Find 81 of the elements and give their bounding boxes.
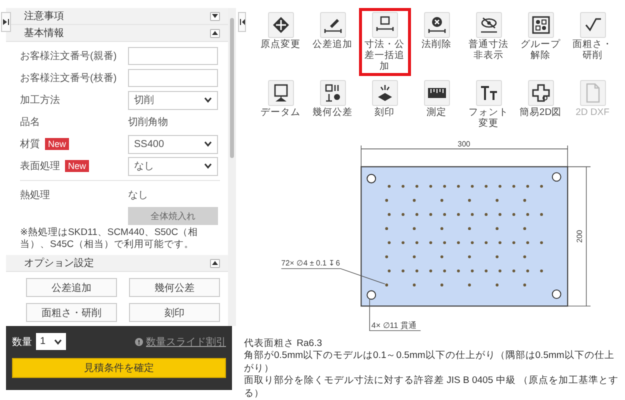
section-header[interactable]: 注意事項 (6, 8, 228, 25)
leader-line (369, 298, 421, 332)
panel-toggle-button[interactable] (238, 12, 246, 32)
section-header[interactable]: オプション設定 (6, 255, 228, 272)
select-field[interactable]: なし (128, 156, 218, 176)
confirm-button[interactable]: 見積条件を確定 (12, 358, 226, 378)
tool-button[interactable]: フォント変更 (462, 76, 514, 133)
delete-dimension-icon (424, 12, 450, 38)
tool-button[interactable]: 寸法・公差一括追加 (358, 8, 410, 76)
width-dimension: 300 (458, 139, 470, 148)
plus-shape-icon (528, 80, 554, 106)
field-label: 材質 (20, 138, 40, 151)
geometric-tolerance-icon (320, 80, 346, 106)
tool-button[interactable]: 刻印 (358, 76, 410, 133)
option-button[interactable]: 刻印 (129, 303, 220, 322)
field-label: 加工方法 (20, 94, 60, 107)
expand-button[interactable] (210, 12, 220, 20)
caret-icon (204, 141, 212, 147)
collapse-button[interactable] (210, 258, 220, 268)
ungroup-icon (528, 12, 554, 38)
section-header[interactable]: 基本情報 (6, 25, 228, 42)
tool-button[interactable]: 普通寸法非表示 (462, 8, 514, 76)
quantity-select[interactable]: 1 (36, 333, 66, 350)
field-value: なし (128, 189, 148, 202)
engraving-tool-icon (372, 80, 398, 106)
corner-hole (552, 172, 562, 182)
section-title: 基本情報 (24, 26, 64, 40)
corner-hole (366, 290, 376, 300)
hidden-eye-icon (476, 12, 502, 38)
new-badge: New (65, 160, 90, 172)
option-button[interactable]: 幾何公差 (129, 278, 220, 297)
tool-button[interactable]: 公差追加 (306, 8, 358, 76)
tool-button[interactable]: 法削除 (410, 8, 462, 76)
select-field[interactable]: 切削 (128, 90, 218, 110)
height-dimension: 200 (575, 230, 584, 243)
collapse-button[interactable] (210, 28, 220, 38)
label-dimension-icon (372, 12, 398, 38)
tool-button[interactable]: データム (254, 76, 306, 133)
tool-button[interactable]: 測定 (410, 76, 462, 133)
pencil-dimension-icon (320, 12, 346, 38)
field-label: 熱処理 (20, 188, 50, 202)
option-button[interactable]: 面粗さ・研削 (26, 303, 117, 322)
note-text: 角部が0.5mm以下のモデルは0.1～0.5mm以下の仕上がり（隅部は0.5mm以下の仕上がり） (244, 350, 616, 375)
field-value: 切削角物 (128, 116, 168, 129)
caret-icon (204, 97, 212, 103)
ruler-icon (424, 80, 450, 106)
section-title: オプション設定 (24, 256, 94, 270)
caret-icon (54, 338, 62, 344)
note-text: ※熱処理はSKD11、SCM440、S50C（相当）、S45C（相当）で利用可能です。 (20, 227, 200, 251)
section-title: 注意事項 (24, 10, 64, 23)
collapse-icon (240, 19, 244, 25)
field-label: お客様注文番号(親番) (20, 50, 117, 63)
text-field[interactable] (128, 47, 218, 65)
tool-button[interactable]: 原点変更 (254, 8, 306, 76)
help-icon (135, 338, 143, 346)
tool-button[interactable]: 簡易2D図 (514, 76, 566, 133)
discount-link[interactable]: 数量スライド割引 (135, 334, 226, 348)
file-icon (580, 80, 606, 106)
roughness-mark-icon (580, 12, 606, 38)
tool-button[interactable]: グループ解除 (514, 8, 566, 76)
corner-hole (552, 289, 562, 299)
note-text: 面取り部分を除くモデル寸法に対する許容差 JIS B 0405 中級 （原点を加工基準とする） (244, 375, 620, 400)
scrollbar[interactable] (228, 8, 236, 326)
text-size-icon (476, 80, 502, 106)
field-label: お客様注文番号(枝番) (20, 72, 117, 85)
corner-hole (366, 174, 376, 184)
select-field[interactable]: SS400 (128, 134, 218, 154)
caret-icon (204, 163, 212, 169)
panel-toggle-button[interactable] (1, 12, 11, 32)
tool-button[interactable]: 面粗さ・研削 (566, 8, 618, 76)
new-badge: New (45, 138, 70, 150)
hole-callout-label: 72× ∅4 ± 0.1 ↧6 (281, 258, 340, 268)
field-label: 品名 (20, 116, 40, 129)
expand-icon (3, 19, 9, 25)
tool-button[interactable]: 幾何公差 (306, 76, 358, 133)
datum-box-icon (268, 80, 294, 106)
option-button[interactable]: 公差追加 (26, 278, 117, 297)
quantity-label: 数量 (12, 336, 32, 348)
note-text: 代表面粗さ Ra6.3 (244, 338, 323, 350)
text-field[interactable] (128, 69, 218, 87)
field-label: 表面処理 (20, 160, 60, 173)
